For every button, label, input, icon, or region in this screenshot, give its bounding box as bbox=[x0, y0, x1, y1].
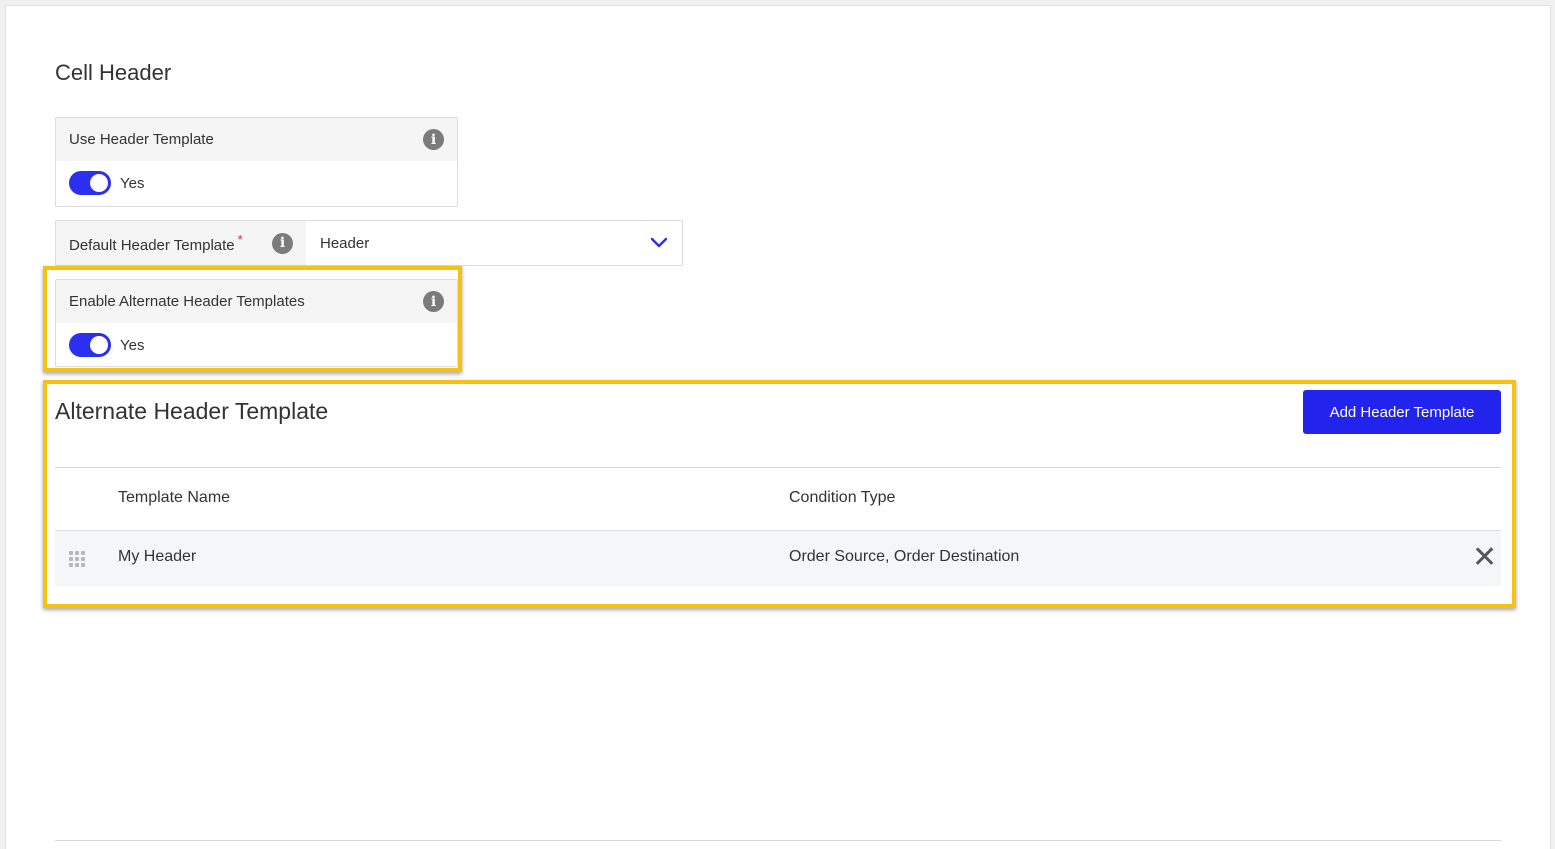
column-header-condition-type[interactable]: Condition Type bbox=[789, 489, 895, 507]
add-header-template-button[interactable]: Add Header Template bbox=[1303, 390, 1501, 434]
toggle-text: Yes bbox=[120, 174, 145, 192]
info-icon[interactable]: i bbox=[423, 129, 444, 150]
field-header: Enable Alternate Header Templates i bbox=[56, 280, 457, 323]
enable-alternate-toggle[interactable] bbox=[69, 333, 111, 357]
info-icon[interactable]: i bbox=[423, 291, 444, 312]
field-label: Enable Alternate Header Templates bbox=[69, 293, 305, 310]
condition-type-cell: Order Source, Order Destination bbox=[789, 548, 1020, 565]
toggle-row: Yes bbox=[56, 323, 457, 367]
close-icon[interactable]: ✕ bbox=[1472, 543, 1497, 573]
toggle-row: Yes bbox=[56, 161, 457, 205]
use-header-template-field: Use Header Template i Yes bbox=[55, 117, 458, 207]
field-header: Use Header Template i bbox=[56, 118, 457, 161]
field-label: Use Header Template bbox=[69, 131, 214, 148]
divider bbox=[55, 467, 1501, 468]
use-header-template-toggle[interactable] bbox=[69, 171, 111, 195]
section-title: Cell Header bbox=[55, 60, 172, 85]
required-mark: * bbox=[237, 232, 243, 247]
toggle-knob bbox=[90, 174, 108, 192]
toggle-text: Yes bbox=[120, 336, 145, 354]
enable-alternate-header-field: Enable Alternate Header Templates i Yes bbox=[55, 279, 458, 367]
table-row[interactable]: My Header Order Source, Order Destinatio… bbox=[55, 531, 1501, 586]
template-name-cell: My Header bbox=[118, 548, 197, 565]
column-header-template-name[interactable]: Template Name bbox=[118, 489, 230, 507]
drag-handle-icon[interactable] bbox=[69, 551, 85, 567]
field-label: Default Header Template bbox=[69, 237, 235, 254]
toggle-knob bbox=[90, 336, 108, 354]
field-label-wrap: Default Header Template * bbox=[69, 232, 272, 254]
info-icon[interactable]: i bbox=[272, 232, 293, 254]
chevron-down-icon[interactable] bbox=[650, 237, 668, 249]
default-header-template-field: Default Header Template * i Header bbox=[55, 220, 683, 266]
divider bbox=[55, 840, 1501, 841]
alternate-section-title: Alternate Header Template bbox=[55, 398, 329, 424]
default-header-template-select[interactable]: Header bbox=[306, 221, 682, 265]
select-value: Header bbox=[320, 234, 370, 252]
field-header: Default Header Template * i bbox=[56, 221, 306, 265]
